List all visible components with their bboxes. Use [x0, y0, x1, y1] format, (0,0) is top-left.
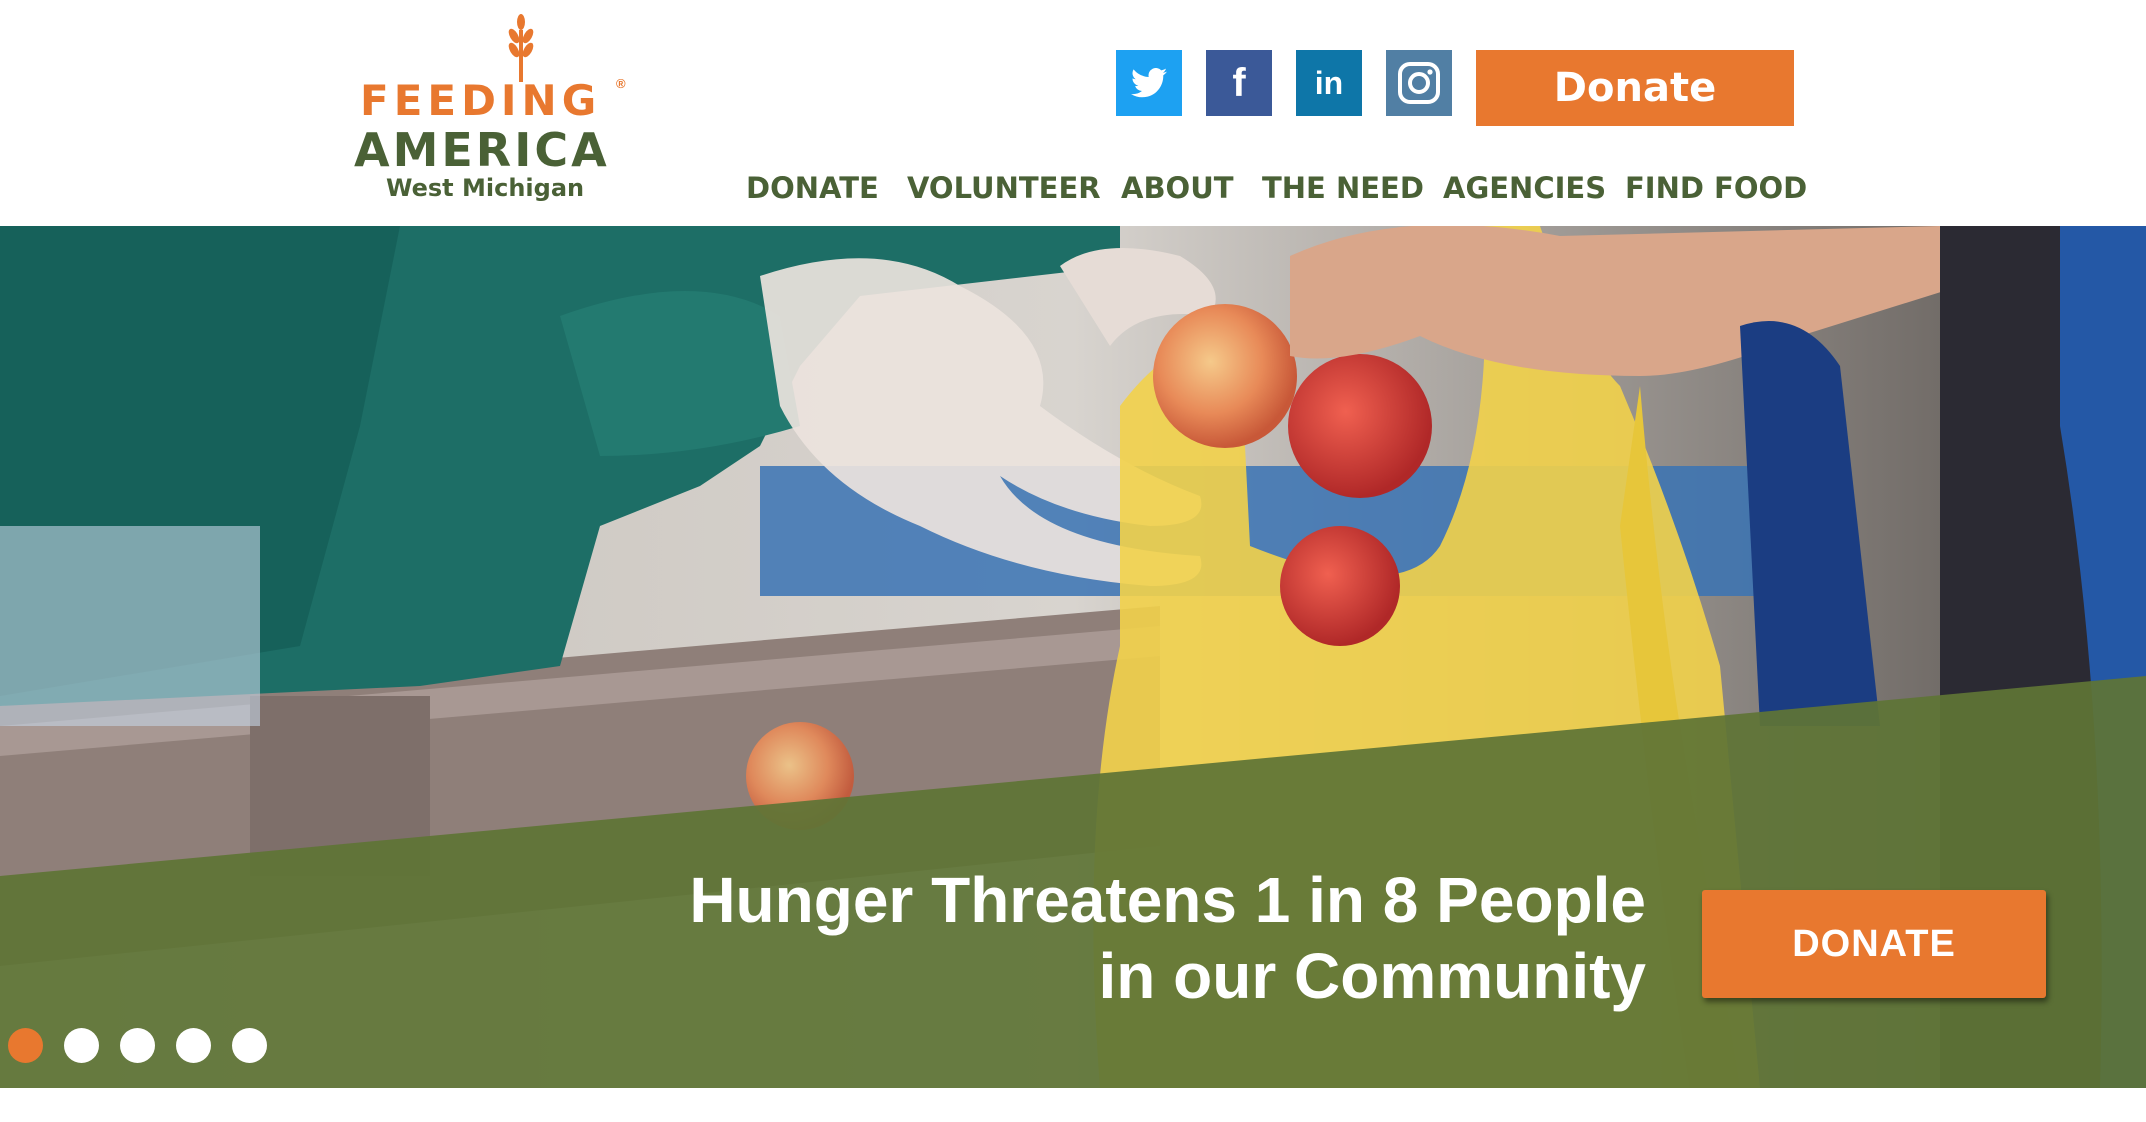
linkedin-icon: in — [1314, 65, 1344, 101]
site-header: FEEDING ® AMERICA West Michigan f in Don… — [0, 0, 2146, 226]
nav-donate[interactable]: DONATE — [746, 168, 879, 208]
carousel-pagination — [8, 1028, 267, 1064]
hero-headline-line2: in our Community — [1098, 940, 1646, 1012]
header-donate-button[interactable]: Donate — [1476, 50, 1794, 126]
hero-donate-button[interactable]: DONATE — [1702, 890, 2046, 998]
hero-headline: Hunger Threatens 1 in 8 People in our Co… — [689, 862, 1646, 1014]
carousel-dot-4[interactable] — [176, 1028, 211, 1063]
nav-the-need[interactable]: THE NEED — [1262, 168, 1424, 208]
instagram-icon — [1398, 62, 1440, 104]
feeding-america-logo[interactable]: FEEDING ® AMERICA West Michigan — [352, 14, 632, 200]
twitter-icon — [1131, 68, 1167, 98]
registered-mark: ® — [616, 76, 626, 91]
hero-carousel: Hunger Threatens 1 in 8 People in our Co… — [0, 226, 2146, 1088]
wheat-icon — [508, 14, 534, 82]
carousel-dot-5[interactable] — [232, 1028, 267, 1063]
instagram-link[interactable] — [1386, 50, 1452, 116]
carousel-dot-3[interactable] — [120, 1028, 155, 1063]
logo-feeding-text: FEEDING — [360, 76, 602, 125]
nav-volunteer[interactable]: VOLUNTEER — [907, 168, 1101, 208]
nav-agencies[interactable]: AGENCIES — [1443, 168, 1606, 208]
hero-headline-line1: Hunger Threatens 1 in 8 People — [689, 864, 1646, 936]
facebook-link[interactable]: f — [1206, 50, 1272, 116]
nav-find-food[interactable]: FIND FOOD — [1625, 168, 1807, 208]
linkedin-link[interactable]: in — [1296, 50, 1362, 116]
facebook-icon: f — [1232, 61, 1246, 105]
twitter-link[interactable] — [1116, 50, 1182, 116]
logo-america-text: AMERICA — [354, 123, 610, 177]
nav-about[interactable]: ABOUT — [1121, 168, 1234, 208]
logo-region-text: West Michigan — [386, 174, 585, 202]
carousel-dot-1[interactable] — [8, 1028, 43, 1063]
carousel-dot-2[interactable] — [64, 1028, 99, 1063]
